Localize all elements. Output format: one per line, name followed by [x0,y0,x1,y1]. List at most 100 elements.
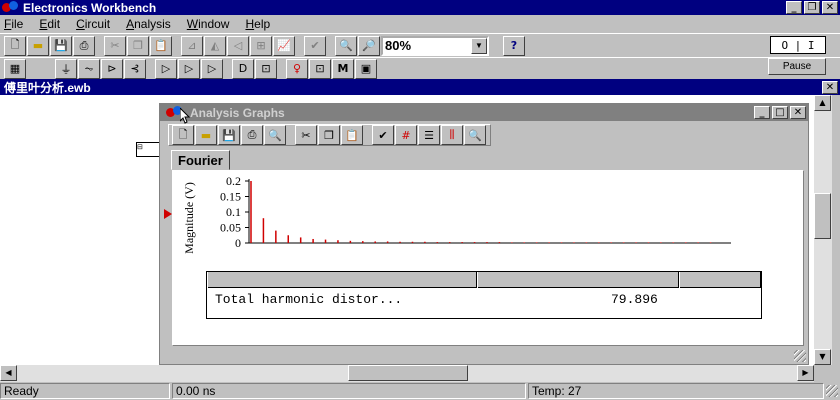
menu-edit[interactable]: Edit [39,17,60,31]
main-toolbar: 🗋 ▬ 💾 ⎙ ✂ ❐ 📋 ⊿ ◭ ◁ ⊞ 📈 ✔ 🔍 🔎 80% ▼ ? [0,33,840,57]
analysis-graphs-title: Analysis Graphs [190,105,285,120]
analysis-copy-icon[interactable]: ❐ [318,125,340,145]
mouse-pointer-icon [180,108,190,124]
thd-table: Total harmonic distor... 79.896 [206,271,762,319]
open-folder-icon[interactable]: ▬ [27,35,49,56]
analysis-maximize-icon[interactable]: □ [772,106,788,119]
graph-icon[interactable]: 📈 [273,35,295,56]
chevron-down-icon[interactable]: ▼ [471,37,487,54]
properties-icon[interactable]: ✔ [372,125,394,145]
basic-bin-icon[interactable]: ⏦ [78,58,100,79]
close-icon[interactable]: ✕ [822,1,838,14]
statusbar: Ready 0.00 ns Temp: 27 [0,382,840,400]
y-tick-label: 0.15 [220,190,241,204]
analysis-graphs-titlebar[interactable]: Analysis Graphs _ □ ✕ [160,104,808,124]
resize-grip-icon[interactable] [794,350,806,362]
new-file-icon[interactable]: 🗋 [4,35,26,56]
diodes-bin-icon[interactable]: ⊳ [101,58,123,79]
vertical-scroll-thumb[interactable] [814,193,831,239]
app-titlebar: Electronics Workbench _ ❐ ✕ [0,0,840,15]
transistors-bin-icon[interactable]: ⊰ [124,58,146,79]
analysis-cut-icon[interactable]: ✂ [295,125,317,145]
analysis-new-icon[interactable]: 🗋 [172,125,194,145]
window-resize-grip-icon[interactable] [826,385,838,397]
cut-icon[interactable]: ✂ [104,35,126,56]
print-icon[interactable]: ⎙ [73,35,95,56]
print-preview-icon[interactable]: 🔍 [264,125,286,145]
copy-icon[interactable]: ❐ [127,35,149,56]
minimize-icon[interactable]: _ [786,1,802,14]
flip-vertical-icon[interactable]: ◁ [227,35,249,56]
component-properties-icon[interactable]: ✔ [304,35,326,56]
document-title: 傅里叶分析.ewb [4,80,91,95]
status-temp: Temp: 27 [528,383,824,399]
analysis-close-icon[interactable]: ✕ [790,106,806,119]
analysis-open-icon[interactable]: ▬ [195,125,217,145]
analog-ics-bin-icon[interactable]: ▷ [155,58,177,79]
thd-value: 79.896 [611,292,658,307]
scroll-right-icon[interactable]: ▶ [797,365,814,381]
indicators-bin-icon[interactable]: ♀ [286,58,308,79]
app-title: Electronics Workbench [23,0,157,15]
analysis-graphs-window[interactable]: Analysis Graphs _ □ ✕ 🗋 ▬ 💾 ⎙ 🔍 ✂ ❐ 📋 ✔ … [159,103,809,365]
analysis-toolbar: 🗋 ▬ 💾 ⎙ 🔍 ✂ ❐ 📋 ✔ # ☰ ⫼ 🔍 [168,124,491,146]
subcircuit-icon[interactable]: ⊞ [250,35,272,56]
restore-graph-icon[interactable]: 🔍 [464,125,486,145]
analysis-paste-icon[interactable]: 📋 [341,125,363,145]
digital-bin-icon[interactable]: ⊡ [255,58,277,79]
instruments-bin-icon[interactable]: ▣ [355,58,377,79]
scroll-up-icon[interactable]: ▲ [814,95,831,111]
document-vertical-scrollbar[interactable]: ▲ ▼ [814,95,832,365]
analysis-save-icon[interactable]: 💾 [218,125,240,145]
thd-label: Total harmonic distor... [215,292,403,307]
save-icon[interactable]: 💾 [50,35,72,56]
y-tick-label: 0.2 [226,174,241,188]
circuit-component[interactable]: ⊟ [136,142,160,157]
digital-ics-bin-icon[interactable]: ▷ [201,58,223,79]
document-close-icon[interactable]: ✕ [822,80,838,94]
horizontal-scroll-thumb[interactable] [348,365,468,381]
logic-gates-bin-icon[interactable]: D [232,58,254,79]
cursor-marker-icon [164,209,172,219]
miscellaneous-bin-icon[interactable]: M [332,58,354,79]
zoom-value: 80% [385,38,412,53]
analysis-minimize-icon[interactable]: _ [754,106,770,119]
favorites-bin-icon[interactable]: ▦ [4,58,26,79]
zoom-select[interactable]: 80% ▼ [381,35,489,56]
workbench-app-icon [2,1,20,14]
document-horizontal-scrollbar[interactable]: ◀ ▶ [0,365,814,382]
menu-window[interactable]: Window [187,17,230,31]
tab-fourier[interactable]: Fourier [171,150,230,170]
status-ready: Ready [0,383,170,399]
scroll-left-icon[interactable]: ◀ [0,365,17,381]
menu-help[interactable]: Help [245,17,270,31]
menu-analysis[interactable]: Analysis [126,17,171,31]
help-button[interactable]: ? [503,35,525,56]
toggle-grid-icon[interactable]: # [395,125,417,145]
menu-circuit[interactable]: Circuit [76,17,110,31]
fourier-chart: 0.2 0.150.1 0.050 Magnitude (V) [182,174,731,254]
zoom-in-icon[interactable]: 🔎 [358,35,380,56]
controls-bin-icon[interactable]: ⊡ [309,58,331,79]
flip-horizontal-icon[interactable]: ◭ [204,35,226,56]
zoom-out-icon[interactable]: 🔍 [335,35,357,56]
sources-bin-icon[interactable]: ⏚ [55,58,77,79]
toggle-legend-icon[interactable]: ☰ [418,125,440,145]
rotate-icon[interactable]: ⊿ [181,35,203,56]
power-switch[interactable]: O | I [770,36,826,54]
parts-toolbar: ▦ ⏚ ⏦ ⊳ ⊰ ▷ ▷ ▷ D ⊡ ♀ ⊡ M ▣ [0,57,840,79]
toggle-cursors-icon[interactable]: ⫼ [441,125,463,145]
menubar: File Edit Circuit Analysis Window Help [0,15,840,33]
analysis-print-icon[interactable]: ⎙ [241,125,263,145]
status-time: 0.00 ns [172,383,526,399]
y-tick-label: 0.05 [220,221,241,235]
document-titlebar: 傅里叶分析.ewb ✕ [0,79,840,95]
y-axis-label: Magnitude (V) [182,182,196,254]
restore-icon[interactable]: ❐ [804,1,820,14]
mixed-ics-bin-icon[interactable]: ▷ [178,58,200,79]
menu-file[interactable]: File [4,17,23,31]
y-tick-label: 0 [235,236,241,250]
graph-panel: 0.2 0.15 0.1 0.05 0 Magnitude (V) [172,170,804,346]
paste-icon[interactable]: 📋 [150,35,172,56]
scroll-down-icon[interactable]: ▼ [814,349,831,365]
